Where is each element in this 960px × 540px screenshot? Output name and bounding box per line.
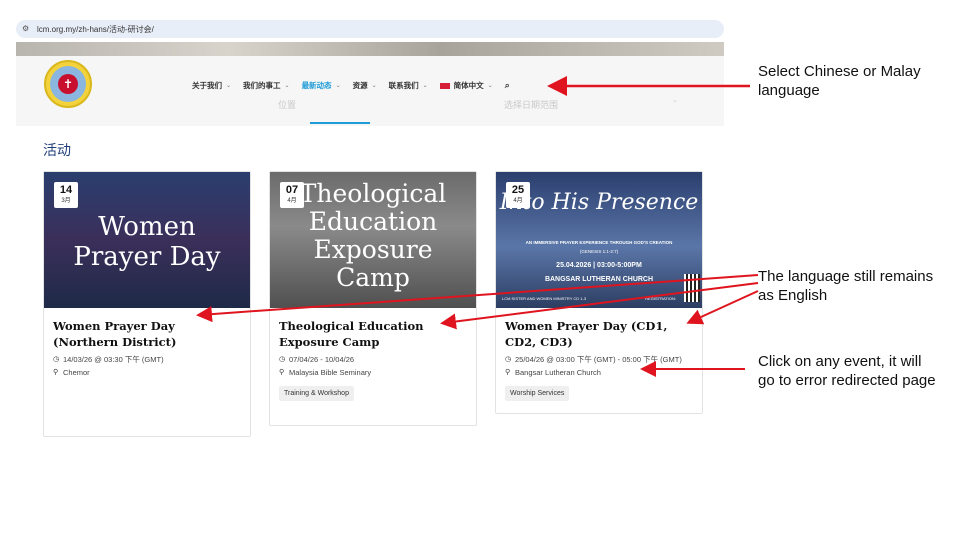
- map-pin-icon: ⚲: [505, 369, 511, 376]
- date-month: 3月: [61, 198, 71, 204]
- site-header: ✝ 关于我们 ⌄ 我们的事工 ⌄ 最新动态 ⌄ 资源 ⌄ 联系我们 ⌄ 简体中文 ⌄ ⌕ 位…: [16, 56, 724, 126]
- flag-icon: [439, 82, 450, 89]
- language-switcher[interactable]: 简体中文 ⌄: [439, 80, 493, 91]
- event-card[interactable]: Women Prayer Day 14 3月 Women Prayer Day …: [43, 171, 251, 437]
- date-badge: 14 3月: [54, 182, 78, 208]
- event-card[interactable]: Into His Presence AN IMMERSIVE PRAYER EX…: [495, 171, 703, 414]
- language-label: 简体中文: [453, 81, 484, 90]
- category-tag[interactable]: Worship Services: [505, 386, 570, 401]
- event-title[interactable]: Theological Education Exposure Camp: [279, 318, 467, 350]
- page-title: 活动: [43, 142, 71, 158]
- event-image[interactable]: Into His Presence AN IMMERSIVE PRAYER EX…: [496, 172, 702, 308]
- nav-item-label: 联系我们: [388, 81, 419, 90]
- event-datetime: ◷ 07/04/26 - 10/04/26: [279, 355, 467, 365]
- active-tab-underline: [310, 122, 370, 124]
- clock-icon: ◷: [279, 356, 286, 363]
- nav-item-label: 关于我们: [192, 81, 222, 90]
- date-day: 07: [285, 184, 299, 196]
- date-month: 4月: [513, 198, 523, 204]
- event-image-subtitle: AN IMMERSIVE PRAYER EXPERIENCE THROUGH G…: [525, 240, 673, 245]
- event-body: Theological Education Exposure Camp ◷ 07/…: [270, 308, 476, 425]
- event-location: ⚲ Malaysia Bible Seminary: [279, 368, 467, 378]
- nav-item-about[interactable]: 关于我们 ⌄: [192, 80, 231, 91]
- clock-icon: ◷: [53, 356, 60, 363]
- event-datetime-text: 07/04/26 - 10/04/26: [289, 355, 355, 364]
- event-location-text: Bangsar Lutheran Church: [515, 368, 601, 377]
- nav-item-contact[interactable]: 联系我们 ⌄: [389, 80, 428, 91]
- event-image-scripture: (GENESIS 1:1-2:7): [579, 249, 619, 254]
- chevron-down-icon: ⌄: [226, 83, 232, 89]
- date-range-placeholder: 选择日期范围: [504, 100, 559, 110]
- annotation-language-select: Select Chinese or Malay language: [758, 63, 921, 99]
- chevron-down-icon: ⌄: [422, 83, 428, 89]
- date-month: 4月: [287, 198, 297, 204]
- url-text: lcm.org.my/zh-hans/活动-研讨会/: [37, 24, 154, 34]
- search-button[interactable]: ⌕: [505, 80, 510, 91]
- event-datetime: ◷ 25/04/26 @ 03:00 下午 (GMT) - 05:00 下午 (G…: [505, 355, 693, 365]
- card-spacer: [53, 378, 241, 424]
- map-pin-icon: ⚲: [279, 369, 285, 376]
- logo-ring: ✝: [50, 66, 86, 102]
- clock-icon: ◷: [505, 356, 512, 363]
- event-image[interactable]: Women Prayer Day 14 3月: [44, 172, 250, 308]
- annotation-click-event: Click on any event, it will go to error …: [758, 353, 936, 389]
- event-body: Women Prayer Day (CD1, CD2, CD3) ◷ 25/04/…: [496, 308, 702, 413]
- main-nav: 关于我们 ⌄ 我们的事工 ⌄ 最新动态 ⌄ 资源 ⌄ 联系我们 ⌄ 简体中文 ⌄ ⌕: [192, 80, 522, 91]
- category-tag[interactable]: Training & Workshop: [279, 386, 354, 401]
- cross-heart-icon: ✝: [58, 74, 78, 94]
- event-title[interactable]: Women Prayer Day (Northern District): [53, 318, 241, 350]
- event-location: ⚲ Chemor: [53, 368, 241, 378]
- event-location: ⚲ Bangsar Lutheran Church: [505, 368, 693, 378]
- card-spacer: [279, 401, 467, 413]
- church-logo[interactable]: ✝: [44, 60, 92, 108]
- map-pin-icon: ⚲: [53, 369, 59, 376]
- event-image-organizer: LCM SISTER AND WOMEN MINISTRY CD 1-3: [502, 296, 587, 301]
- chevron-down-icon: ⌄: [672, 97, 678, 104]
- nav-item-label: 最新动态: [301, 81, 332, 90]
- chevron-down-icon: ⌄: [487, 83, 493, 89]
- address-bar[interactable]: ⚙ lcm.org.my/zh-hans/活动-研讨会/: [16, 20, 724, 38]
- nav-item-resources[interactable]: 资源 ⌄: [353, 80, 377, 91]
- qr-code-icon: [684, 274, 700, 302]
- date-badge: 25 4月: [506, 182, 530, 208]
- nav-item-ministries[interactable]: 我们的事工 ⌄: [243, 80, 290, 91]
- event-datetime-text: 14/03/26 @ 03:30 下午 (GMT): [63, 355, 164, 364]
- event-image-registration: REGISTRATION:: [645, 296, 676, 301]
- event-card[interactable]: Theological Education Exposure Camp 07 4…: [269, 171, 477, 426]
- event-image-text: Women Prayer Day: [73, 212, 221, 272]
- site-settings-icon[interactable]: ⚙: [22, 24, 32, 34]
- event-title[interactable]: Women Prayer Day (CD1, CD2, CD3): [505, 318, 693, 350]
- event-image[interactable]: Theological Education Exposure Camp 07 4…: [270, 172, 476, 308]
- hero-image-strip: [16, 42, 724, 56]
- nav-item-news[interactable]: 最新动态 ⌄: [302, 80, 341, 91]
- search-icon: ⌕: [504, 80, 510, 90]
- date-day: 25: [511, 184, 525, 196]
- event-datetime: ◷ 14/03/26 @ 03:30 下午 (GMT): [53, 355, 241, 365]
- event-image-venue: BANGSAR LUTHERAN CHURCH: [544, 276, 654, 283]
- nav-item-label: 我们的事工: [243, 81, 281, 90]
- chevron-down-icon: ⌄: [371, 83, 377, 89]
- event-body: Women Prayer Day (Northern District) ◷ 14…: [44, 308, 250, 436]
- date-day: 14: [59, 184, 73, 196]
- event-datetime-text: 25/04/26 @ 03:00 下午 (GMT) - 05:00 下午 (GM…: [515, 355, 682, 364]
- chevron-down-icon: ⌄: [284, 83, 290, 89]
- annotation-language-remains: The language still remains as English: [758, 268, 934, 304]
- event-image-datetime: 25.04.2026 | 03:00-5:00PM: [556, 262, 642, 269]
- chevron-down-icon: ⌄: [335, 83, 341, 89]
- event-location-text: Malaysia Bible Seminary: [289, 368, 372, 377]
- location-filter-placeholder: 位置: [278, 100, 297, 110]
- date-badge: 07 4月: [280, 182, 304, 208]
- event-location-text: Chemor: [63, 368, 90, 377]
- nav-item-label: 资源: [352, 81, 368, 90]
